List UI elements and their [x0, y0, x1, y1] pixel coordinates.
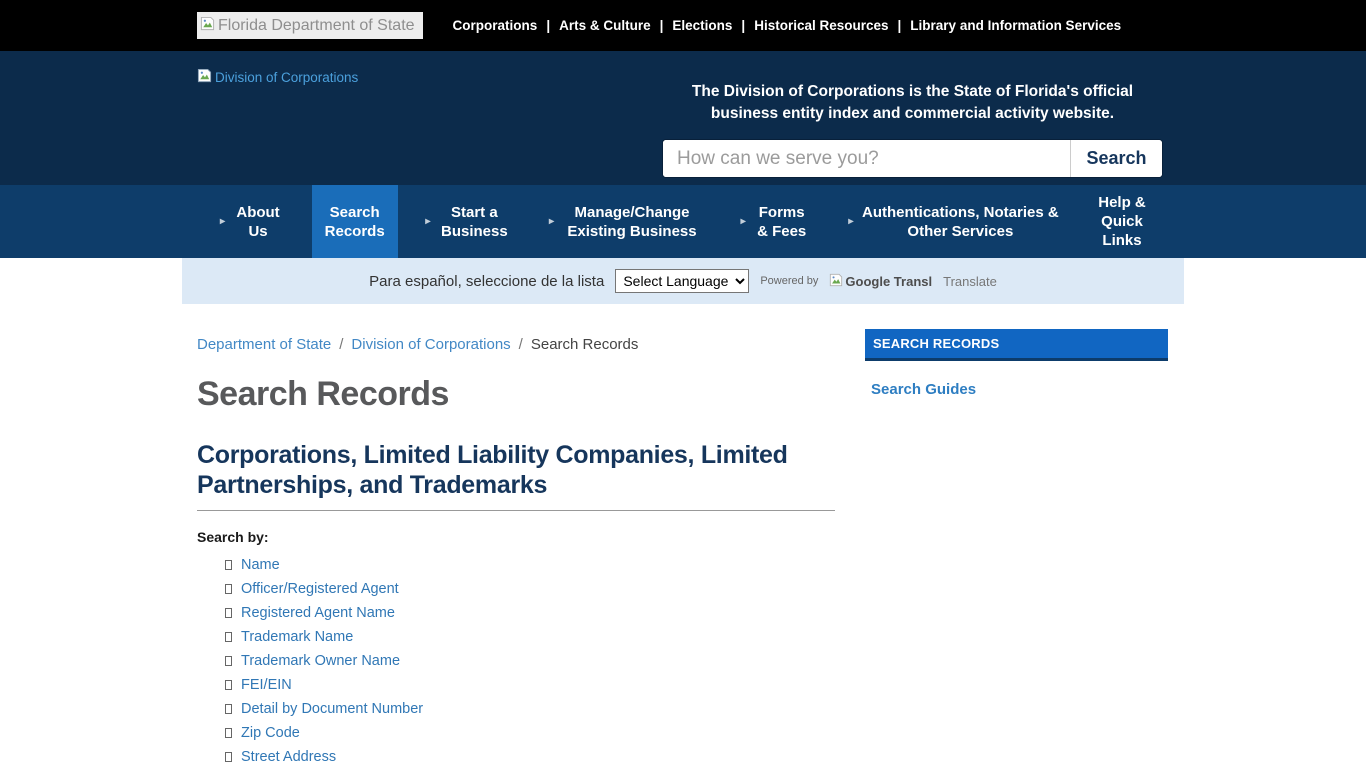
search-by-name-link[interactable]: Name	[241, 557, 280, 573]
breadcrumb-separator: /	[339, 336, 343, 353]
nav-item-authentications-notaries-other-services[interactable]: ▸ Authentications, Notaries & Other Serv…	[838, 185, 1070, 258]
bullet-icon	[225, 656, 232, 666]
content-area: Department of State / Division of Corpor…	[182, 304, 1184, 773]
logo-alt-text: Division of Corporations	[215, 70, 358, 85]
nav-arrow-icon: ▸	[425, 212, 430, 231]
nav-item-label: Authentications, Notaries & Other Servic…	[860, 203, 1060, 241]
list-item: FEI/EIN	[225, 677, 850, 693]
section-heading: Corporations, Limited Liability Companie…	[197, 440, 835, 511]
bullet-icon	[225, 680, 232, 690]
breadcrumb-current-page: Search Records	[531, 336, 639, 353]
list-item: Name	[225, 557, 850, 573]
page-title: Search Records	[197, 375, 850, 414]
breadcrumb: Department of State / Division of Corpor…	[197, 336, 850, 353]
site-search-button[interactable]: Search	[1070, 140, 1162, 177]
bullet-icon	[225, 560, 232, 570]
department-nav: Corporations | Arts & Culture | Election…	[453, 18, 1122, 33]
powered-by-text: Powered by	[760, 275, 818, 287]
translate-bar: Para español, seleccione de la lista Sel…	[182, 258, 1184, 304]
nav-item-label: Search Records	[322, 203, 388, 241]
nav-item-manage-change-existing-business[interactable]: ▸ Manage/Change Existing Business	[539, 185, 713, 258]
list-item: Officer/Registered Agent	[225, 581, 850, 597]
nav-item-label: Forms & Fees	[753, 203, 811, 241]
site-tagline: The Division of Corporations is the Stat…	[662, 81, 1163, 125]
nav-item-label: Manage/Change Existing Business	[561, 203, 703, 241]
search-by-fei-ein-link[interactable]: FEI/EIN	[241, 677, 292, 693]
florida-department-of-state-logo[interactable]: Florida Department of State	[197, 12, 423, 39]
nav-item-start-a-business[interactable]: ▸ Start a Business	[415, 185, 521, 258]
bullet-icon	[225, 704, 232, 714]
broken-image-icon	[200, 16, 215, 36]
list-item: Street Address	[225, 749, 850, 765]
search-by-detail-by-document-number-link[interactable]: Detail by Document Number	[241, 701, 423, 717]
top-link-library-information-services[interactable]: Library and Information Services	[910, 18, 1121, 33]
separator: |	[546, 18, 550, 33]
bullet-icon	[225, 728, 232, 738]
top-link-arts-culture[interactable]: Arts & Culture	[559, 18, 651, 33]
top-bar: Florida Department of State Corporations…	[0, 0, 1366, 51]
site-search-box: Search	[662, 139, 1163, 178]
search-by-label: Search by:	[197, 529, 850, 545]
nav-item-about-us[interactable]: ▸ About Us	[210, 185, 294, 258]
list-item: Registered Agent Name	[225, 605, 850, 621]
nav-arrow-icon: ▸	[220, 212, 225, 231]
main-navigation: ▸ About Us Search Records ▸ Start a Busi…	[0, 185, 1366, 258]
sidebar-link-search-guides[interactable]: Search Guides	[865, 381, 1168, 398]
broken-image-icon	[197, 68, 212, 86]
google-logo-alt-text: Google Transl	[845, 274, 932, 289]
site-search-input[interactable]	[663, 140, 1070, 177]
translate-prompt: Para español, seleccione de la lista	[369, 273, 604, 290]
top-link-corporations[interactable]: Corporations	[453, 18, 538, 33]
nav-item-label: Start a Business	[437, 203, 511, 241]
list-item: Trademark Owner Name	[225, 653, 850, 669]
separator: |	[898, 18, 902, 33]
site-header: Division of Corporations The Division of…	[0, 51, 1366, 185]
nav-arrow-icon: ▸	[741, 212, 746, 231]
top-link-elections[interactable]: Elections	[672, 18, 732, 33]
breadcrumb-division-of-corporations[interactable]: Division of Corporations	[351, 336, 510, 353]
logo-alt-text: Florida Department of State	[218, 17, 415, 35]
search-by-zip-code-link[interactable]: Zip Code	[241, 725, 300, 741]
main-column: Department of State / Division of Corpor…	[182, 304, 865, 773]
search-by-officer-registered-agent-link[interactable]: Officer/Registered Agent	[241, 581, 399, 597]
bullet-icon	[225, 632, 232, 642]
google-translate-attribution[interactable]: Google Transl	[829, 273, 932, 290]
nav-item-search-records[interactable]: Search Records	[312, 185, 398, 258]
search-by-street-address-link[interactable]: Street Address	[241, 749, 336, 765]
right-sidebar: SEARCH RECORDS Search Guides	[865, 304, 1184, 773]
nav-arrow-icon: ▸	[848, 212, 853, 231]
translate-label: Translate	[943, 274, 997, 289]
search-by-registered-agent-name-link[interactable]: Registered Agent Name	[241, 605, 395, 621]
language-select[interactable]: Select Language	[615, 269, 749, 293]
nav-item-forms-fees[interactable]: ▸ Forms & Fees	[731, 185, 821, 258]
bullet-icon	[225, 752, 232, 762]
bullet-icon	[225, 584, 232, 594]
list-item: Zip Code	[225, 725, 850, 741]
breadcrumb-department-of-state[interactable]: Department of State	[197, 336, 331, 353]
list-item: Detail by Document Number	[225, 701, 850, 717]
sidebar-header-search-records[interactable]: SEARCH RECORDS	[865, 329, 1168, 361]
tagline-line-2: business entity index and commercial act…	[662, 103, 1163, 125]
broken-image-icon	[829, 273, 843, 290]
separator: |	[741, 18, 745, 33]
nav-item-label: About Us	[232, 203, 284, 241]
division-of-corporations-logo[interactable]: Division of Corporations	[197, 68, 358, 86]
search-by-trademark-name-link[interactable]: Trademark Name	[241, 629, 353, 645]
nav-item-label: Help & Quick Links	[1098, 193, 1146, 250]
header-right-block: The Division of Corporations is the Stat…	[662, 81, 1163, 178]
search-by-list: Name Officer/Registered Agent Registered…	[197, 557, 850, 765]
top-link-historical-resources[interactable]: Historical Resources	[754, 18, 888, 33]
breadcrumb-separator: /	[519, 336, 523, 353]
list-item: Trademark Name	[225, 629, 850, 645]
search-by-trademark-owner-name-link[interactable]: Trademark Owner Name	[241, 653, 400, 669]
tagline-line-1: The Division of Corporations is the Stat…	[662, 81, 1163, 103]
nav-arrow-icon: ▸	[549, 212, 554, 231]
nav-item-help-quick-links[interactable]: Help & Quick Links	[1088, 185, 1156, 258]
bullet-icon	[225, 608, 232, 618]
separator: |	[660, 18, 664, 33]
